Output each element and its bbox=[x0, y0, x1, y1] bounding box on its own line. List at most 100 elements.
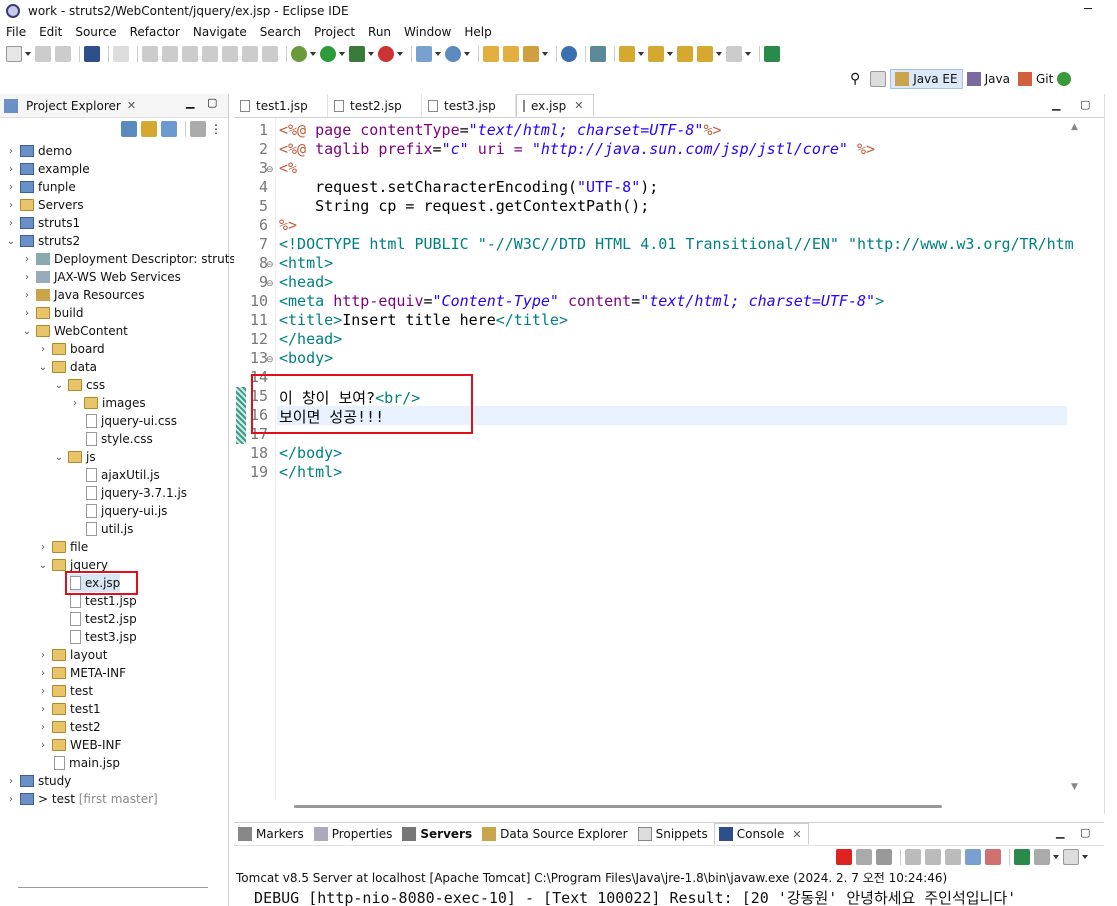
external-tools-icon[interactable] bbox=[378, 46, 394, 62]
menu-project[interactable]: Project bbox=[314, 25, 355, 39]
menu-file[interactable]: File bbox=[6, 25, 26, 39]
tree-item-util-js[interactable]: util.js bbox=[86, 520, 133, 538]
tree-item-jquery-js[interactable]: jquery-3.7.1.js bbox=[86, 484, 187, 502]
debug-perspective-icon[interactable] bbox=[1057, 72, 1072, 86]
show-stderr-icon[interactable] bbox=[985, 849, 1001, 865]
link-editor-icon[interactable] bbox=[141, 121, 157, 137]
editor-horizontal-scrollbar[interactable] bbox=[276, 800, 1066, 814]
search-tool-icon[interactable] bbox=[523, 46, 539, 62]
open-console-icon[interactable] bbox=[1063, 849, 1079, 865]
maximize-icon[interactable]: ▢ bbox=[207, 96, 217, 109]
save-all-icon[interactable] bbox=[55, 46, 71, 62]
scroll-thumb[interactable] bbox=[294, 805, 942, 808]
tab-ex-jsp[interactable]: ex.jsp ✕ bbox=[516, 94, 594, 117]
close-icon[interactable]: ✕ bbox=[574, 99, 583, 112]
tree-item-struts1[interactable]: › struts1 bbox=[6, 214, 80, 232]
fold-icon[interactable]: ⊖ bbox=[266, 355, 274, 365]
tree-item-demo[interactable]: › demo bbox=[6, 142, 72, 160]
right-collapsed-panel[interactable] bbox=[1104, 94, 1117, 814]
terminate-icon[interactable] bbox=[182, 46, 198, 62]
tree-item-test2[interactable]: › test2 bbox=[38, 718, 101, 736]
tree-item-deployment-descriptor[interactable]: › Deployment Descriptor: struts2 bbox=[22, 250, 243, 268]
tree-item-funple[interactable]: › funple bbox=[6, 178, 76, 196]
perspective-java[interactable]: Java bbox=[963, 69, 1014, 89]
editor-maximize-icon[interactable]: ▢ bbox=[1080, 98, 1090, 111]
scroll-up-icon[interactable]: ▲ bbox=[1071, 122, 1078, 132]
fold-icon[interactable]: ⊖ bbox=[266, 279, 274, 289]
tree-item-test1[interactable]: › test1 bbox=[38, 700, 101, 718]
collapse-all-icon[interactable] bbox=[121, 121, 137, 137]
view-menu-icon[interactable] bbox=[190, 121, 206, 137]
skip-breakpoints-icon[interactable] bbox=[113, 46, 129, 62]
tree-item-struts2[interactable]: ⌄ struts2 bbox=[6, 232, 80, 250]
tree-item-ajaxutil-js[interactable]: ajaxUtil.js bbox=[86, 466, 160, 484]
show-stdout-icon[interactable] bbox=[965, 849, 981, 865]
tree-item-study[interactable]: › study bbox=[6, 772, 71, 790]
resume-icon[interactable] bbox=[142, 46, 158, 62]
word-wrap-icon[interactable] bbox=[945, 849, 961, 865]
terminate-icon[interactable] bbox=[836, 849, 852, 865]
open-type-icon[interactable] bbox=[483, 46, 499, 62]
step-over-icon[interactable] bbox=[242, 46, 258, 62]
tab-snippets[interactable]: Snippets bbox=[634, 823, 714, 845]
panel-maximize-icon[interactable]: ▢ bbox=[1080, 826, 1090, 839]
save-icon[interactable] bbox=[35, 46, 51, 62]
perspective-java-ee[interactable]: Java EE bbox=[890, 69, 963, 89]
editor-minimize-icon[interactable]: ▁ bbox=[1052, 98, 1060, 111]
last-edit-icon[interactable] bbox=[677, 46, 693, 62]
open-perspective-icon[interactable] bbox=[870, 71, 887, 87]
close-icon[interactable]: ✕ bbox=[127, 99, 136, 112]
more-icon[interactable]: ⋮ bbox=[210, 122, 222, 136]
tab-test3-jsp[interactable]: test3.jsp bbox=[422, 94, 516, 117]
menu-run[interactable]: Run bbox=[368, 25, 391, 39]
previous-annotation-icon[interactable] bbox=[648, 46, 664, 62]
project-explorer-tab[interactable]: Project Explorer bbox=[26, 99, 121, 113]
code-editor[interactable] bbox=[234, 118, 1084, 800]
menu-navigate[interactable]: Navigate bbox=[193, 25, 247, 39]
tree-item-test2-jsp[interactable]: test2.jsp bbox=[70, 610, 137, 628]
tab-console[interactable]: Console ✕ bbox=[713, 823, 809, 845]
pin-editor-icon[interactable] bbox=[764, 46, 780, 62]
tree-item-images[interactable]: › images bbox=[70, 394, 146, 412]
scroll-down-icon[interactable]: ▼ bbox=[1071, 782, 1078, 792]
new-icon[interactable] bbox=[6, 46, 22, 62]
disconnect-icon[interactable] bbox=[202, 46, 218, 62]
close-icon[interactable]: ✕ bbox=[792, 828, 801, 841]
tab-test2-jsp[interactable]: test2.jsp bbox=[328, 94, 422, 117]
pin-console-icon[interactable] bbox=[1014, 849, 1030, 865]
next-annotation-icon[interactable] bbox=[619, 46, 635, 62]
terminal-icon[interactable] bbox=[84, 46, 100, 62]
tab-servers[interactable]: Servers bbox=[398, 823, 478, 845]
tab-markers[interactable]: Markers bbox=[234, 823, 310, 845]
tree-item-test3-jsp[interactable]: test3.jsp bbox=[70, 628, 137, 646]
display-console-icon[interactable] bbox=[1034, 849, 1050, 865]
tree-item-java-resources[interactable]: › Java Resources bbox=[22, 286, 144, 304]
back-icon[interactable] bbox=[697, 46, 713, 62]
run-icon[interactable] bbox=[320, 46, 336, 62]
tree-item-jquery-ui-js[interactable]: jquery-ui.js bbox=[86, 502, 167, 520]
menu-edit[interactable]: Edit bbox=[39, 25, 62, 39]
menu-window[interactable]: Window bbox=[404, 25, 451, 39]
tab-data-source-explorer[interactable]: Data Source Explorer bbox=[478, 823, 633, 845]
editor-vertical-scrollbar[interactable]: ▲ ▼ bbox=[1068, 118, 1084, 800]
panel-minimize-icon[interactable]: ▁ bbox=[1056, 826, 1064, 839]
tree-item-board[interactable]: › board bbox=[38, 340, 105, 358]
annotation-icon[interactable] bbox=[590, 46, 606, 62]
menu-help[interactable]: Help bbox=[464, 25, 491, 39]
filter-icon[interactable] bbox=[161, 121, 177, 137]
tree-item-example[interactable]: › example bbox=[6, 160, 90, 178]
minimize-window-button[interactable]: ─ bbox=[1073, 0, 1103, 22]
tree-item-jaxws[interactable]: › JAX-WS Web Services bbox=[22, 268, 181, 286]
suspend-icon[interactable] bbox=[162, 46, 178, 62]
tree-item-css[interactable]: ⌄ css bbox=[54, 376, 105, 394]
tree-item-style-css[interactable]: style.css bbox=[86, 430, 153, 448]
scroll-lock-icon[interactable] bbox=[925, 849, 941, 865]
tree-item-js[interactable]: ⌄ js bbox=[54, 448, 96, 466]
tree-item-servers[interactable]: › Servers bbox=[6, 196, 84, 214]
search-icon[interactable]: ⚲ bbox=[850, 71, 860, 87]
forward-icon[interactable] bbox=[726, 46, 742, 62]
tab-test1-jsp[interactable]: test1.jsp bbox=[234, 94, 328, 117]
tree-item-meta-inf[interactable]: › META-INF bbox=[38, 664, 126, 682]
tree-item-jquery-ui-css[interactable]: jquery-ui.css bbox=[86, 412, 177, 430]
open-task-icon[interactable] bbox=[503, 46, 519, 62]
